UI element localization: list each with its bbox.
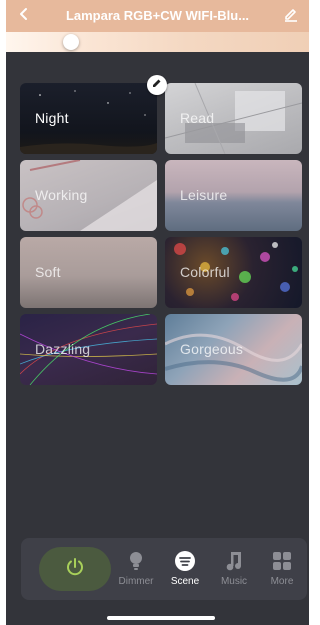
tab-more[interactable]: More — [258, 550, 306, 587]
tab-label: More — [270, 576, 294, 587]
scene-card-colorful[interactable]: Colorful — [165, 237, 302, 308]
scene-grid: Night Read Working Leisure Soft Colorful… — [20, 83, 302, 385]
pencil-icon — [283, 6, 299, 27]
tab-label: Scene — [170, 576, 200, 587]
page-title: Lampara RGB+CW WIFI-Blu... — [65, 8, 250, 23]
app-screen: Lampara RGB+CW WIFI-Blu... Night Read Wo… — [6, 0, 309, 625]
tab-label: Music — [220, 576, 248, 587]
brightness-slider-knob[interactable] — [63, 34, 79, 50]
scene-card-soft[interactable]: Soft — [20, 237, 157, 308]
tab-dimmer[interactable]: Dimmer — [112, 550, 160, 587]
music-note-icon — [223, 550, 245, 572]
bulb-icon — [125, 550, 147, 572]
scene-card-working[interactable]: Working — [20, 160, 157, 231]
edit-scene-button[interactable] — [147, 75, 167, 95]
chevron-left-icon — [17, 7, 31, 26]
scene-card-read[interactable]: Read — [165, 83, 302, 154]
scene-label: Night — [35, 110, 69, 126]
power-button[interactable] — [39, 547, 111, 591]
scene-label: Dazzling — [35, 341, 91, 357]
scene-card-leisure[interactable]: Leisure — [165, 160, 302, 231]
scene-label: Colorful — [180, 264, 230, 280]
tab-scene[interactable]: Scene — [161, 550, 209, 587]
scene-label: Soft — [35, 264, 61, 280]
scene-label: Leisure — [180, 187, 228, 203]
scene-icon — [174, 550, 196, 572]
scene-card-dazzling[interactable]: Dazzling — [20, 314, 157, 385]
tab-music[interactable]: Music — [210, 550, 258, 587]
tab-label: Dimmer — [118, 576, 154, 587]
scene-label: Read — [180, 110, 215, 126]
header-bar: Lampara RGB+CW WIFI-Blu... — [6, 0, 309, 32]
scene-card-night[interactable]: Night — [20, 83, 157, 154]
grid-icon — [271, 550, 293, 572]
scene-label: Working — [35, 187, 88, 203]
back-button[interactable] — [12, 4, 36, 28]
edit-device-button[interactable] — [279, 4, 303, 28]
home-indicator — [107, 616, 215, 620]
brightness-slider[interactable] — [6, 32, 309, 52]
scene-label: Gorgeous — [180, 341, 244, 357]
scene-card-gorgeous[interactable]: Gorgeous — [165, 314, 302, 385]
power-icon — [64, 556, 86, 583]
pencil-icon — [151, 76, 163, 94]
bottom-control-bar: Dimmer Scene Music More — [21, 538, 307, 600]
